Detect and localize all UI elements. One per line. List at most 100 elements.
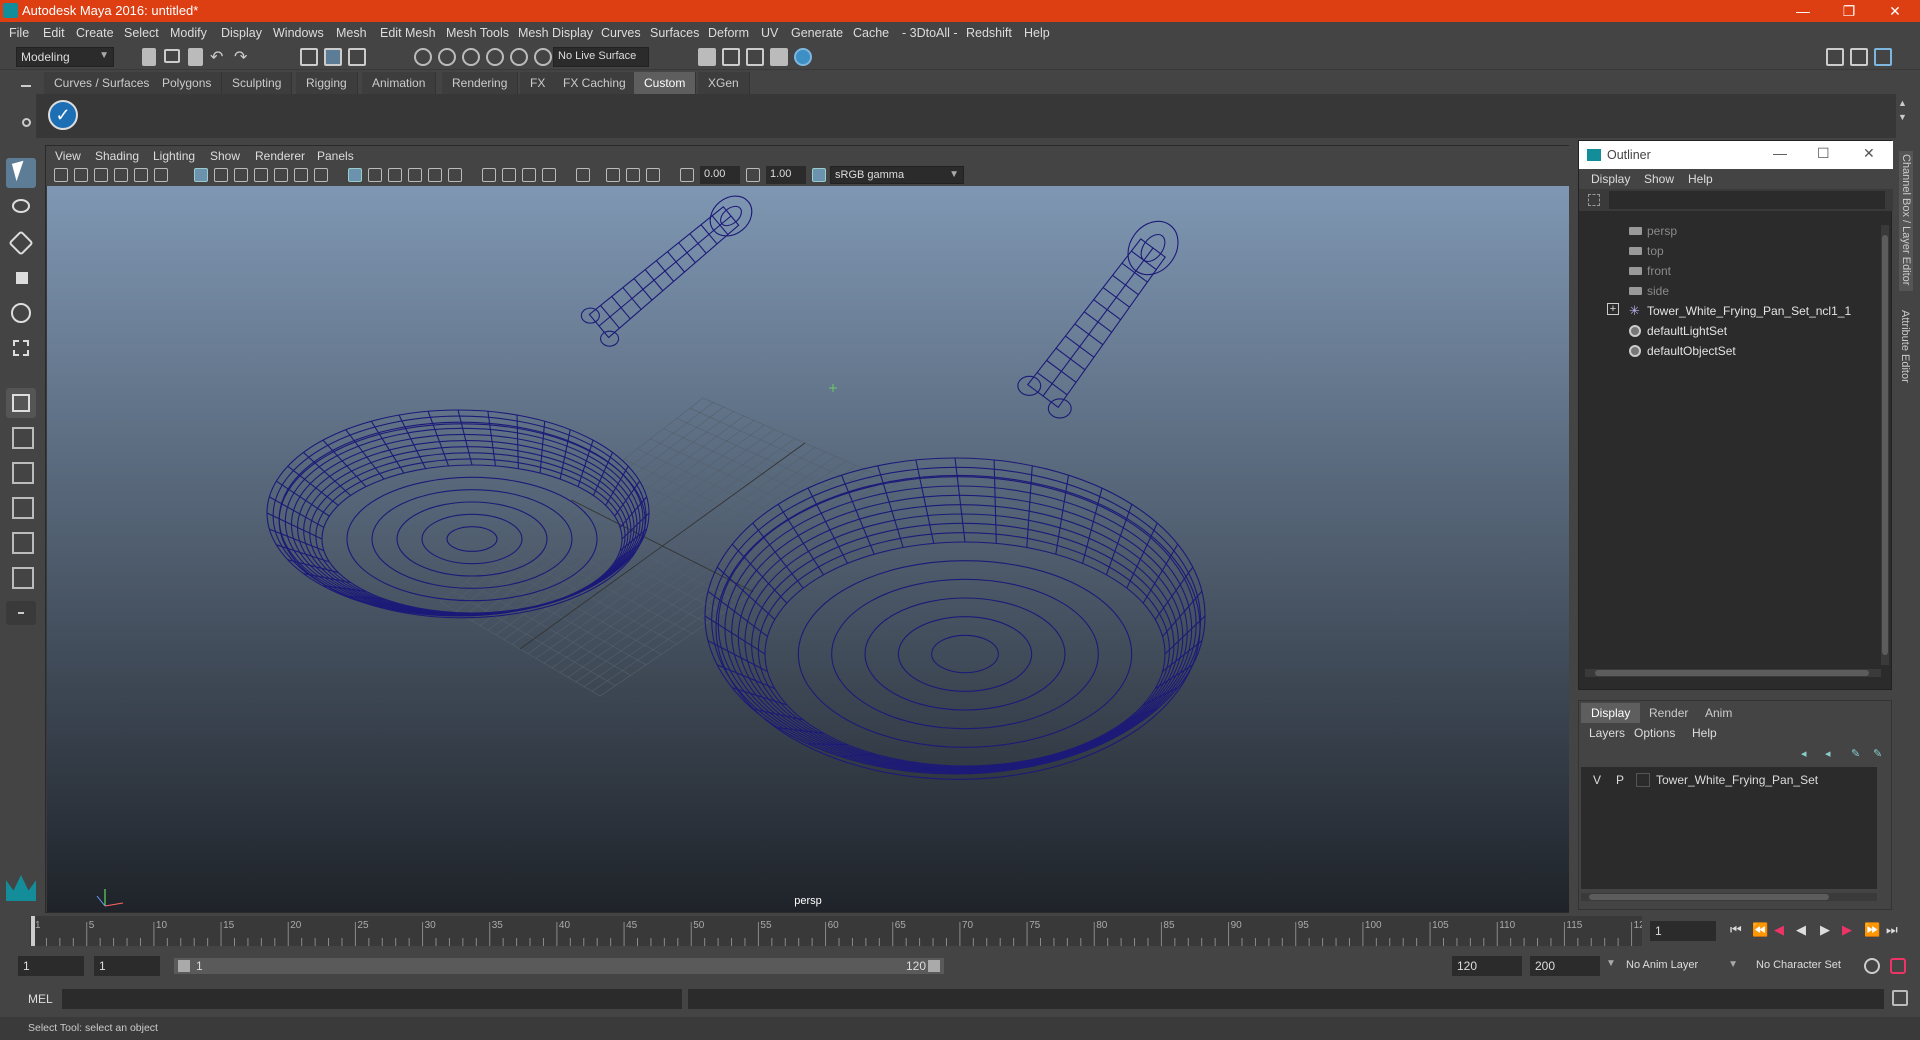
outliner-item[interactable]: defaultLightSet bbox=[1579, 321, 1879, 341]
save-scene-icon[interactable] bbox=[188, 48, 203, 66]
range-start-handle[interactable] bbox=[178, 960, 190, 972]
step-back-icon[interactable]: ⏪ bbox=[1752, 922, 1768, 938]
render-view-icon[interactable] bbox=[794, 48, 812, 66]
hypershade-icon[interactable] bbox=[770, 48, 788, 66]
scene-start-field[interactable]: 1 bbox=[18, 956, 84, 976]
toolbox-more-icon[interactable] bbox=[6, 601, 36, 625]
layer-row[interactable]: V P Tower_White_Frying_Pan_Set bbox=[1581, 771, 1877, 789]
outliner-v-scrollbar[interactable] bbox=[1881, 225, 1889, 665]
shelf-tab-custom[interactable]: Custom bbox=[634, 72, 697, 94]
select-component-icon[interactable] bbox=[348, 48, 366, 66]
exposure-icon[interactable] bbox=[680, 168, 694, 182]
scene-end-field[interactable]: 200 bbox=[1530, 956, 1600, 976]
quick-layout-icon[interactable] bbox=[6, 388, 36, 418]
select-object-icon[interactable] bbox=[324, 48, 342, 66]
outliner-item[interactable]: + ✳ Tower_White_Frying_Pan_Set_ncl1_1 bbox=[1579, 301, 1879, 321]
chevron-down-icon[interactable]: ▼ bbox=[1606, 958, 1616, 969]
modeling-toolkit-icon[interactable] bbox=[1826, 48, 1844, 66]
menu-display[interactable]: Display bbox=[221, 26, 262, 40]
outliner-h-scrollbar[interactable] bbox=[1585, 669, 1881, 677]
shelf-tab-rigging[interactable]: Rigging bbox=[296, 72, 358, 94]
menu-mesh-tools[interactable]: Mesh Tools bbox=[446, 26, 509, 40]
resolution-gate-icon[interactable] bbox=[234, 168, 248, 182]
snap-view-plane-icon[interactable] bbox=[486, 48, 504, 66]
go-to-start-icon[interactable]: ⏮ bbox=[1730, 922, 1742, 938]
range-end-handle[interactable] bbox=[928, 960, 940, 972]
render-settings-icon[interactable] bbox=[746, 48, 764, 66]
menu-redshift[interactable]: Redshift bbox=[966, 26, 1012, 40]
viewport-menu-shading[interactable]: Shading bbox=[95, 149, 139, 163]
wireframe-icon[interactable] bbox=[348, 168, 362, 182]
shelf-tab-fx[interactable]: FX bbox=[520, 72, 557, 94]
menu-windows[interactable]: Windows bbox=[273, 26, 324, 40]
channel-box-tab[interactable]: Channel Box / Layer Editor bbox=[1899, 151, 1913, 291]
minimize-button[interactable]: — bbox=[1780, 0, 1826, 22]
menu-edit-mesh[interactable]: Edit Mesh bbox=[380, 26, 436, 40]
menu-help[interactable]: Help bbox=[1024, 26, 1050, 40]
mode-selector[interactable]: Modeling ▼ bbox=[16, 47, 114, 67]
menu-mesh-display[interactable]: Mesh Display bbox=[518, 26, 593, 40]
checkmark-shelf-icon[interactable]: ✓ bbox=[48, 100, 78, 130]
outliner-menu-display[interactable]: Display bbox=[1591, 172, 1630, 186]
image-plane-icon[interactable] bbox=[114, 168, 128, 182]
menu-mesh[interactable]: Mesh bbox=[336, 26, 367, 40]
render-frame-icon[interactable] bbox=[698, 48, 716, 66]
paint-select-tool-icon[interactable] bbox=[6, 228, 36, 258]
command-language-label[interactable]: MEL bbox=[28, 992, 53, 1006]
snap-point-icon[interactable] bbox=[462, 48, 480, 66]
animation-preferences-icon[interactable] bbox=[1890, 958, 1906, 974]
depth-of-field-icon[interactable] bbox=[542, 168, 556, 182]
layer-tab-anim[interactable]: Anim bbox=[1695, 703, 1742, 723]
snap-rotate-icon[interactable] bbox=[534, 48, 552, 66]
shelf-tab-xgen[interactable]: XGen bbox=[698, 72, 750, 94]
wireframe-on-shaded-icon[interactable] bbox=[388, 168, 402, 182]
new-layer-icon[interactable]: ✎ bbox=[1851, 747, 1865, 760]
menu-curves[interactable]: Curves bbox=[601, 26, 641, 40]
move-tool-icon[interactable] bbox=[6, 263, 36, 293]
layout-four-view-icon[interactable] bbox=[6, 423, 36, 453]
menu-3dtoall[interactable]: - 3DtoAll - bbox=[902, 26, 958, 40]
camera-attributes-icon[interactable] bbox=[74, 168, 88, 182]
multisample-icon[interactable] bbox=[522, 168, 536, 182]
outliner-item[interactable]: defaultObjectSet bbox=[1579, 341, 1879, 361]
textured-icon[interactable] bbox=[408, 168, 422, 182]
attribute-editor-toggle-icon[interactable] bbox=[1850, 48, 1868, 66]
motion-blur-icon[interactable] bbox=[502, 168, 516, 182]
color-management-icon[interactable] bbox=[812, 168, 826, 182]
redo-icon[interactable]: ↷ bbox=[234, 47, 252, 66]
layout-outliner-graph-icon[interactable] bbox=[6, 563, 36, 593]
viewport-menu-view[interactable]: View bbox=[55, 149, 81, 163]
exposure-field[interactable]: 0.00 bbox=[700, 166, 740, 184]
step-back-key-icon[interactable]: ◀ bbox=[1774, 922, 1784, 938]
move-layer-up-icon[interactable]: ◂ bbox=[1801, 747, 1815, 760]
viewport-menu-renderer[interactable]: Renderer bbox=[255, 149, 305, 163]
go-to-end-icon[interactable]: ⏭ bbox=[1886, 922, 1898, 938]
colorspace-dropdown[interactable]: sRGB gamma ▼ bbox=[830, 166, 964, 184]
step-forward-icon[interactable]: ⏩ bbox=[1864, 922, 1880, 938]
smooth-shade-icon[interactable] bbox=[368, 168, 382, 182]
layer-menu-options[interactable]: Options bbox=[1634, 726, 1675, 740]
film-gate-icon[interactable] bbox=[214, 168, 228, 182]
shelf-menu-icon[interactable] bbox=[21, 85, 31, 87]
shelf-scroll-down-icon[interactable]: ▼ bbox=[1898, 112, 1907, 122]
grid-toggle-icon[interactable] bbox=[194, 168, 208, 182]
snap-curve-icon[interactable] bbox=[438, 48, 456, 66]
playback-end-field[interactable]: 120 bbox=[1452, 956, 1522, 976]
play-forwards-icon[interactable]: ▶ bbox=[1820, 922, 1830, 938]
shelf-tab-polygons[interactable]: Polygons bbox=[152, 72, 223, 94]
script-editor-icon[interactable] bbox=[1892, 990, 1908, 1006]
ipr-render-icon[interactable] bbox=[722, 48, 740, 66]
safe-action-icon[interactable] bbox=[294, 168, 308, 182]
anim-layer-dropdown[interactable]: No Anim Layer ▼ bbox=[1622, 956, 1742, 976]
field-chart-icon[interactable] bbox=[274, 168, 288, 182]
shelf-tab-rendering[interactable]: Rendering bbox=[442, 72, 519, 94]
xray-icon[interactable] bbox=[606, 168, 620, 182]
character-set-dropdown[interactable]: No Character Set bbox=[1752, 956, 1860, 976]
layer-visibility-toggle[interactable]: V bbox=[1593, 773, 1601, 787]
layout-persp-outliner-icon[interactable] bbox=[6, 528, 36, 558]
outliner-maximize-button[interactable]: ☐ bbox=[1817, 145, 1830, 162]
viewport-3d-scene[interactable]: persp bbox=[47, 186, 1569, 912]
viewport-menu-lighting[interactable]: Lighting bbox=[153, 149, 195, 163]
grease-pencil-icon[interactable] bbox=[154, 168, 168, 182]
lasso-tool-icon[interactable] bbox=[6, 193, 36, 223]
